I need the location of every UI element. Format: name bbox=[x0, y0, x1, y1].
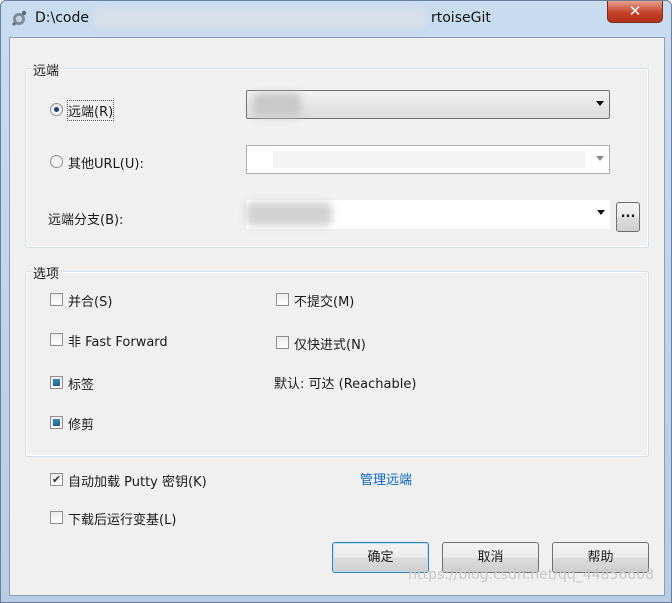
tortoisegit-icon bbox=[12, 10, 27, 26]
remote-radio[interactable] bbox=[50, 103, 63, 116]
tags-checkbox[interactable] bbox=[50, 376, 63, 389]
browse-branches-button[interactable]: ... bbox=[616, 202, 640, 232]
window-title-prefix: D:\code bbox=[35, 10, 89, 26]
other-url-label[interactable]: 其他URL(U): bbox=[68, 153, 144, 172]
autoload-putty-label[interactable]: 自动加载 Putty 密钥(K) bbox=[68, 471, 207, 490]
no-ff-checkbox[interactable] bbox=[50, 333, 63, 346]
remote-radio-label[interactable]: 远端(R) bbox=[66, 100, 115, 121]
rebase-after-checkbox[interactable] bbox=[50, 511, 63, 524]
rebase-after-label[interactable]: 下载后运行变基(L) bbox=[68, 509, 176, 528]
remote-select[interactable] bbox=[246, 90, 610, 119]
chevron-down-icon bbox=[596, 156, 604, 161]
prune-label[interactable]: 修剪 bbox=[68, 414, 94, 433]
watermark-text: https://blog.csdn.net/qq_44856608 bbox=[408, 567, 654, 583]
close-button[interactable]: ✕ bbox=[607, 1, 663, 23]
window-title-suffix: rtoiseGit bbox=[431, 10, 491, 26]
remote-branch-label: 远端分支(B): bbox=[48, 213, 124, 228]
title-bar[interactable]: D:\code rtoiseGit ✕ bbox=[1, 1, 671, 37]
prune-checkbox[interactable] bbox=[50, 416, 63, 429]
other-url-input[interactable] bbox=[246, 145, 610, 174]
no-commit-label[interactable]: 不提交(M) bbox=[294, 291, 354, 310]
redacted-url bbox=[273, 151, 585, 168]
manage-remotes-link[interactable]: 管理远端 bbox=[360, 469, 412, 488]
dialog-client: 远端 远端(R) 其他URL(U): 远端分支(B): ... 选项 并合(S)… bbox=[9, 37, 665, 596]
redacted-branch bbox=[246, 202, 332, 226]
options-group-title: 选项 bbox=[31, 263, 62, 282]
default-reachable-text: 默认: 可达 (Reachable) bbox=[274, 377, 417, 392]
no-ff-label[interactable]: 非 Fast Forward bbox=[68, 331, 168, 350]
ff-only-label[interactable]: 仅快进式(N) bbox=[294, 334, 366, 353]
merge-label[interactable]: 并合(S) bbox=[68, 291, 112, 310]
redacted-title bbox=[93, 7, 427, 29]
ff-only-checkbox[interactable] bbox=[276, 336, 289, 349]
redacted-remote bbox=[253, 93, 301, 117]
no-commit-checkbox[interactable] bbox=[276, 293, 289, 306]
chevron-down-icon bbox=[596, 101, 604, 106]
merge-checkbox[interactable] bbox=[50, 293, 63, 306]
other-url-radio[interactable] bbox=[50, 155, 63, 168]
tags-label[interactable]: 标签 bbox=[68, 374, 94, 393]
autoload-putty-checkbox[interactable]: ✔ bbox=[50, 473, 63, 486]
remote-group-title: 远端 bbox=[31, 60, 62, 79]
remote-branch-select[interactable] bbox=[246, 200, 610, 229]
chevron-down-icon bbox=[597, 210, 605, 215]
dialog-window: D:\code rtoiseGit ✕ 远端 远端(R) 其他URL(U): 远… bbox=[0, 0, 672, 603]
